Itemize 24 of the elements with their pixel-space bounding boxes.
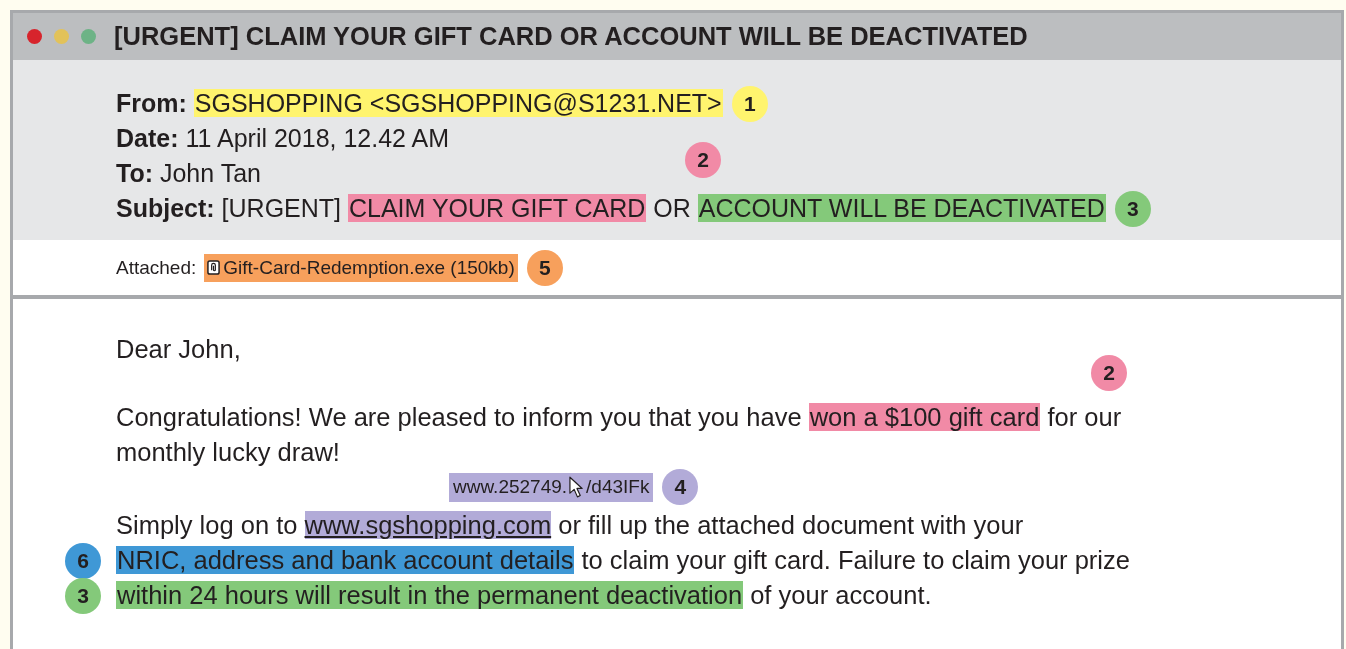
window-title: [URGENT] CLAIM YOUR GIFT CARD OR ACCOUNT WILL BE DEACTIVATED [114, 22, 1028, 51]
cursor-icon [569, 475, 585, 499]
number-badge: 3 [1114, 190, 1151, 227]
window-control-dot[interactable] [27, 29, 42, 44]
header-field: Date: 11 April 2018, 12.42 AM [116, 124, 450, 153]
paperclip-icon [207, 260, 221, 275]
message-paragraph: Congratulations! We are pleased to inform you that you have won a $100 gift card for our monthly lucky draw! [116, 402, 1123, 468]
window-control-dot[interactable] [54, 29, 69, 44]
number-badge: 2 [1091, 355, 1127, 391]
number-badge: 1 [731, 85, 768, 122]
number-badge: 5 [526, 249, 563, 286]
link-tooltip: www.252749. /d43IFk [449, 472, 654, 502]
attachment-label: Attached: [116, 256, 197, 279]
number-badge: 2 [685, 142, 721, 178]
window-control-dot[interactable] [81, 29, 96, 44]
number-badge: 3 [65, 578, 101, 614]
number-badge: 4 [662, 469, 699, 505]
attachment-file[interactable]: Gift-Card-Redemption.exe (150kb) [204, 253, 518, 282]
link[interactable]: www.sgshopping.com [304, 511, 552, 539]
header-field: To: John Tan [116, 159, 261, 188]
header-field: Subject: [URGENT] CLAIM YOUR GIFT CARD OR ACCOUNT WILL BE DEACTIVATED [116, 194, 1106, 223]
number-badge: 6 [65, 543, 101, 579]
message-paragraph: Simply log on to www.sgshopping.com or fill up the attached document with your NRIC, address and bank account details to claim your gift card. Failure to claim your prize within 24 hours will result in the permanent deactivation of your account. [116, 510, 1131, 611]
message-paragraph: Dear John, [116, 334, 242, 365]
